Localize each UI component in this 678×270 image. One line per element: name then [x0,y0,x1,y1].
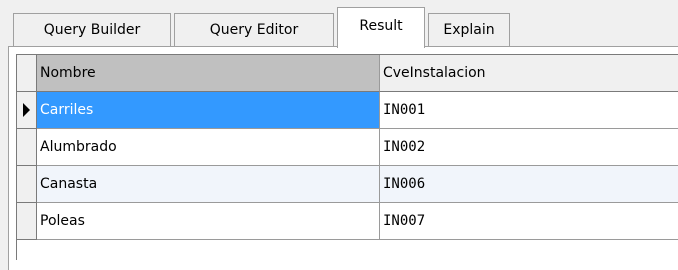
tab-bar: Query Builder Query Editor Result Explai… [0,0,678,48]
cell-nombre[interactable]: Canasta [37,166,380,203]
column-header-cveinstalacion[interactable]: CveInstalacion [380,55,678,92]
header-corner[interactable] [17,55,37,92]
grid-header-row: Nombre CveInstalacion [17,55,678,92]
table-row[interactable]: Alumbrado IN002 [17,129,678,166]
tab-explain[interactable]: Explain [428,13,510,46]
row-selector[interactable] [17,92,37,129]
table-row[interactable]: Carriles IN001 [17,92,678,129]
row-pointer-icon [23,103,30,117]
cell-cveinstalacion[interactable]: IN006 [380,166,678,203]
cell-nombre[interactable]: Alumbrado [37,129,380,166]
row-selector[interactable] [17,129,37,166]
result-panel: Nombre CveInstalacion Carriles IN001 Alu… [8,47,678,270]
table-row[interactable]: Canasta IN006 [17,166,678,203]
cell-cveinstalacion[interactable]: IN001 [380,92,678,129]
cell-nombre[interactable]: Carriles [37,92,380,129]
cell-cveinstalacion[interactable]: IN002 [380,129,678,166]
table-row[interactable]: Poleas IN007 [17,203,678,240]
row-selector[interactable] [17,203,37,240]
result-grid[interactable]: Nombre CveInstalacion Carriles IN001 Alu… [16,54,678,260]
tab-query-builder[interactable]: Query Builder [13,13,171,46]
cell-cveinstalacion[interactable]: IN007 [380,203,678,240]
row-selector[interactable] [17,166,37,203]
cell-nombre[interactable]: Poleas [37,203,380,240]
tab-result[interactable]: Result [337,7,425,48]
column-header-nombre[interactable]: Nombre [37,55,380,92]
tab-query-editor[interactable]: Query Editor [174,13,334,46]
